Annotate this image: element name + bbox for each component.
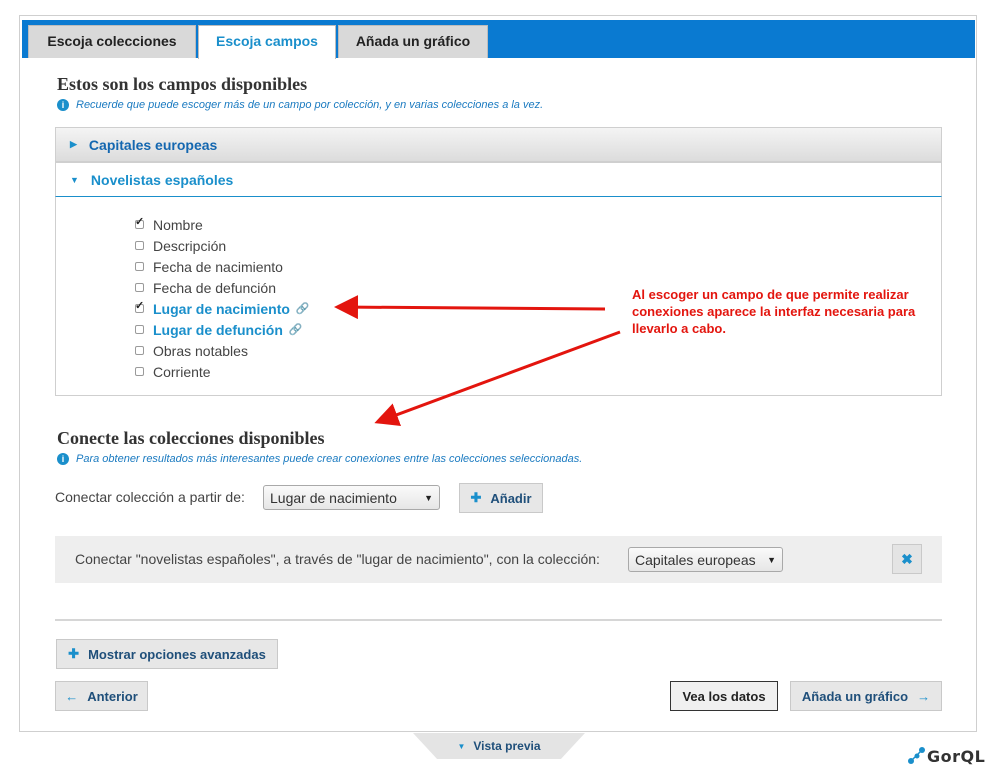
divider [55, 619, 942, 621]
button-label: Vea los datos [682, 688, 766, 704]
remove-connection-button[interactable]: ✖ [892, 544, 922, 574]
button-label: Anterior [87, 688, 138, 704]
button-label: Añada un gráfico [801, 688, 909, 704]
arrow-to-connect [374, 330, 621, 426]
preview-label: Vista previa [473, 739, 541, 753]
logo-text: GorQL [927, 746, 986, 766]
advanced-options-button[interactable]: ✚ Mostrar opciones avanzadas [56, 639, 278, 669]
dropdown-arrow-icon: ▼ [424, 492, 433, 503]
connect-from-select[interactable]: Lugar de nacimiento ▼ [263, 485, 440, 510]
plus-icon: ✚ [68, 646, 80, 661]
select-value: Lugar de nacimiento [270, 489, 397, 506]
arrow-right-icon: → [917, 688, 931, 704]
dropdown-arrow-icon: ▼ [767, 554, 776, 565]
close-icon: ✖ [901, 550, 913, 567]
arrow-to-field [334, 295, 606, 320]
connection-target-select[interactable]: Capitales europeas ▼ [628, 547, 783, 572]
button-label: Añadir [490, 490, 532, 506]
gorql-logo: GorQL [907, 746, 985, 766]
view-data-button[interactable]: Vea los datos [670, 681, 778, 711]
caret-down-icon: ▼ [457, 741, 466, 751]
button-label: Mostrar opciones avanzadas [88, 646, 266, 662]
connection-text: Conectar "novelistas españoles", a travé… [75, 551, 600, 567]
info-icon: i [57, 453, 69, 465]
logo-graph-icon [908, 747, 925, 764]
connect-info-text: Para obtener resultados más interesantes… [76, 453, 583, 465]
select-value: Capitales europeas [635, 551, 756, 568]
preview-toggle[interactable]: ▼ Vista previa [413, 733, 585, 759]
add-chart-button[interactable]: Añada un gráfico → [790, 681, 942, 711]
previous-button[interactable]: ← Anterior [55, 681, 148, 711]
arrow-left-icon: ← [65, 688, 79, 704]
connect-title: Conecte las colecciones disponibles [57, 428, 325, 448]
plus-icon: ✚ [470, 490, 482, 505]
connect-from-label: Conectar colección a partir de: [55, 489, 245, 505]
add-connection-button[interactable]: ✚ Añadir [459, 483, 543, 513]
connect-info: i Para obtener resultados más interesant… [57, 453, 582, 465]
